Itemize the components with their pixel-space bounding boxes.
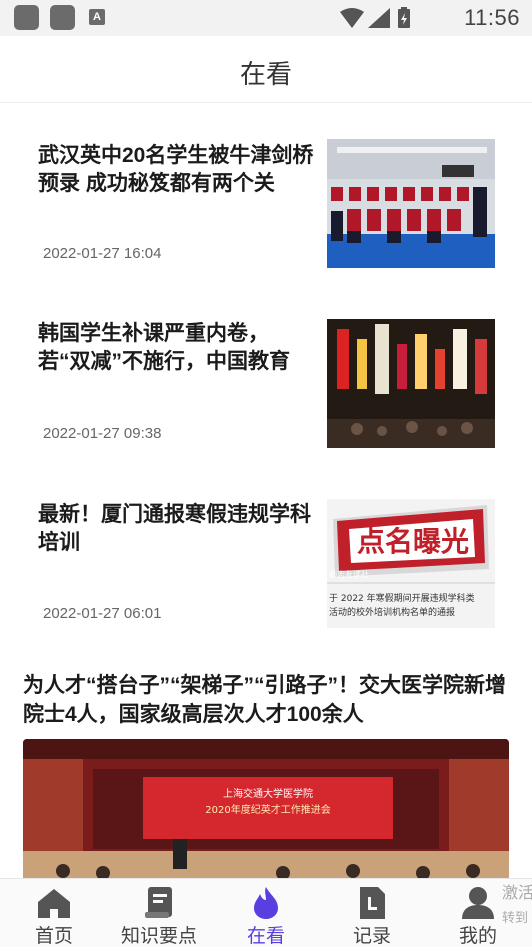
nav-label: 首页 <box>34 926 73 947</box>
article-title: 韩国学生补课严重内卷，若“双减”不施行，中国教育 <box>38 322 290 373</box>
page-header: 在看 <box>0 36 532 103</box>
banner-line1: 上海交通大学医学院 <box>223 787 313 800</box>
thumb-tag: 励志友读社 <box>329 569 369 579</box>
featured-title: 为人才“搭台子”“架梯子”“引路子”！交大医学院新增院士4人，国家级高层次人才1… <box>23 674 506 726</box>
a-notification-icon: A <box>89 9 105 25</box>
nav-item-home[interactable]: 首页 <box>18 879 90 947</box>
signal-icon <box>368 8 390 28</box>
nav-item-watching[interactable]: 在看 <box>230 879 302 947</box>
wifi-icon <box>340 8 364 28</box>
nav-item-records[interactable]: 记录 <box>336 879 408 947</box>
article-item[interactable]: 武汉英中20名学生被牛津剑桥预录 成功秘笈都有两个关 2022-01-27 16… <box>0 130 532 280</box>
thumb-headline: 点名曝光 <box>357 525 469 558</box>
nav-label: 知识要点 <box>120 926 197 947</box>
page-title: 在看 <box>239 59 292 89</box>
article-time: 2022-01-27 16:04 <box>43 245 162 262</box>
article-title: 武汉英中20名学生被牛津剑桥预录 成功秘笈都有两个关 <box>38 144 314 195</box>
banner-line2: 2020年度纪英才工作推进会 <box>205 803 330 816</box>
bottom-nav: 首页 知识要点 在看 记录 我的 <box>0 878 532 947</box>
featured-image: 上海交通大学医学院 2020年度纪英才工作推进会 <box>23 739 509 879</box>
status-icons <box>340 7 410 28</box>
article-time: 2022-01-27 09:38 <box>43 425 162 442</box>
article-title: 最新！厦门通报寒假违规学科培训 <box>38 503 311 554</box>
status-bar: A 11:56 <box>0 0 532 36</box>
watermark-line: 转到 <box>502 910 529 925</box>
thumb-caption: 于 2022 年寒假期间开展违规学科类 <box>329 592 475 604</box>
battery-icon <box>398 7 410 28</box>
activation-watermark: 激活 转到 <box>502 882 532 930</box>
thumb-caption: 活动的校外培训机构名单的通报 <box>329 606 455 618</box>
home-icon <box>38 889 70 918</box>
flame-icon <box>254 887 278 919</box>
article-thumbnail: 点名曝光 励志友读社 于 2022 年寒假期间开展违规学科类 活动的校外培训机构… <box>327 499 495 628</box>
article-time: 2022-01-27 06:01 <box>43 605 162 622</box>
status-time: 11:56 <box>464 5 520 30</box>
article-item[interactable]: 最新！厦门通报寒假违规学科培训 2022-01-27 06:01 点名曝光 励志… <box>0 490 532 640</box>
article-item[interactable]: 韩国学生补课严重内卷，若“双减”不施行，中国教育 2022-01-27 09:3… <box>0 310 532 460</box>
nav-label: 在看 <box>246 926 285 947</box>
record-icon <box>360 887 385 919</box>
watermark-line: 激活 <box>502 885 532 902</box>
app-icon <box>50 5 75 30</box>
article-thumbnail <box>327 319 495 448</box>
user-icon <box>462 887 494 919</box>
app-icon <box>14 5 39 30</box>
nav-item-knowledge[interactable]: 知识要点 <box>113 879 205 947</box>
article-thumbnail <box>327 139 495 268</box>
book-icon <box>145 887 172 918</box>
nav-label: 记录 <box>352 926 391 947</box>
